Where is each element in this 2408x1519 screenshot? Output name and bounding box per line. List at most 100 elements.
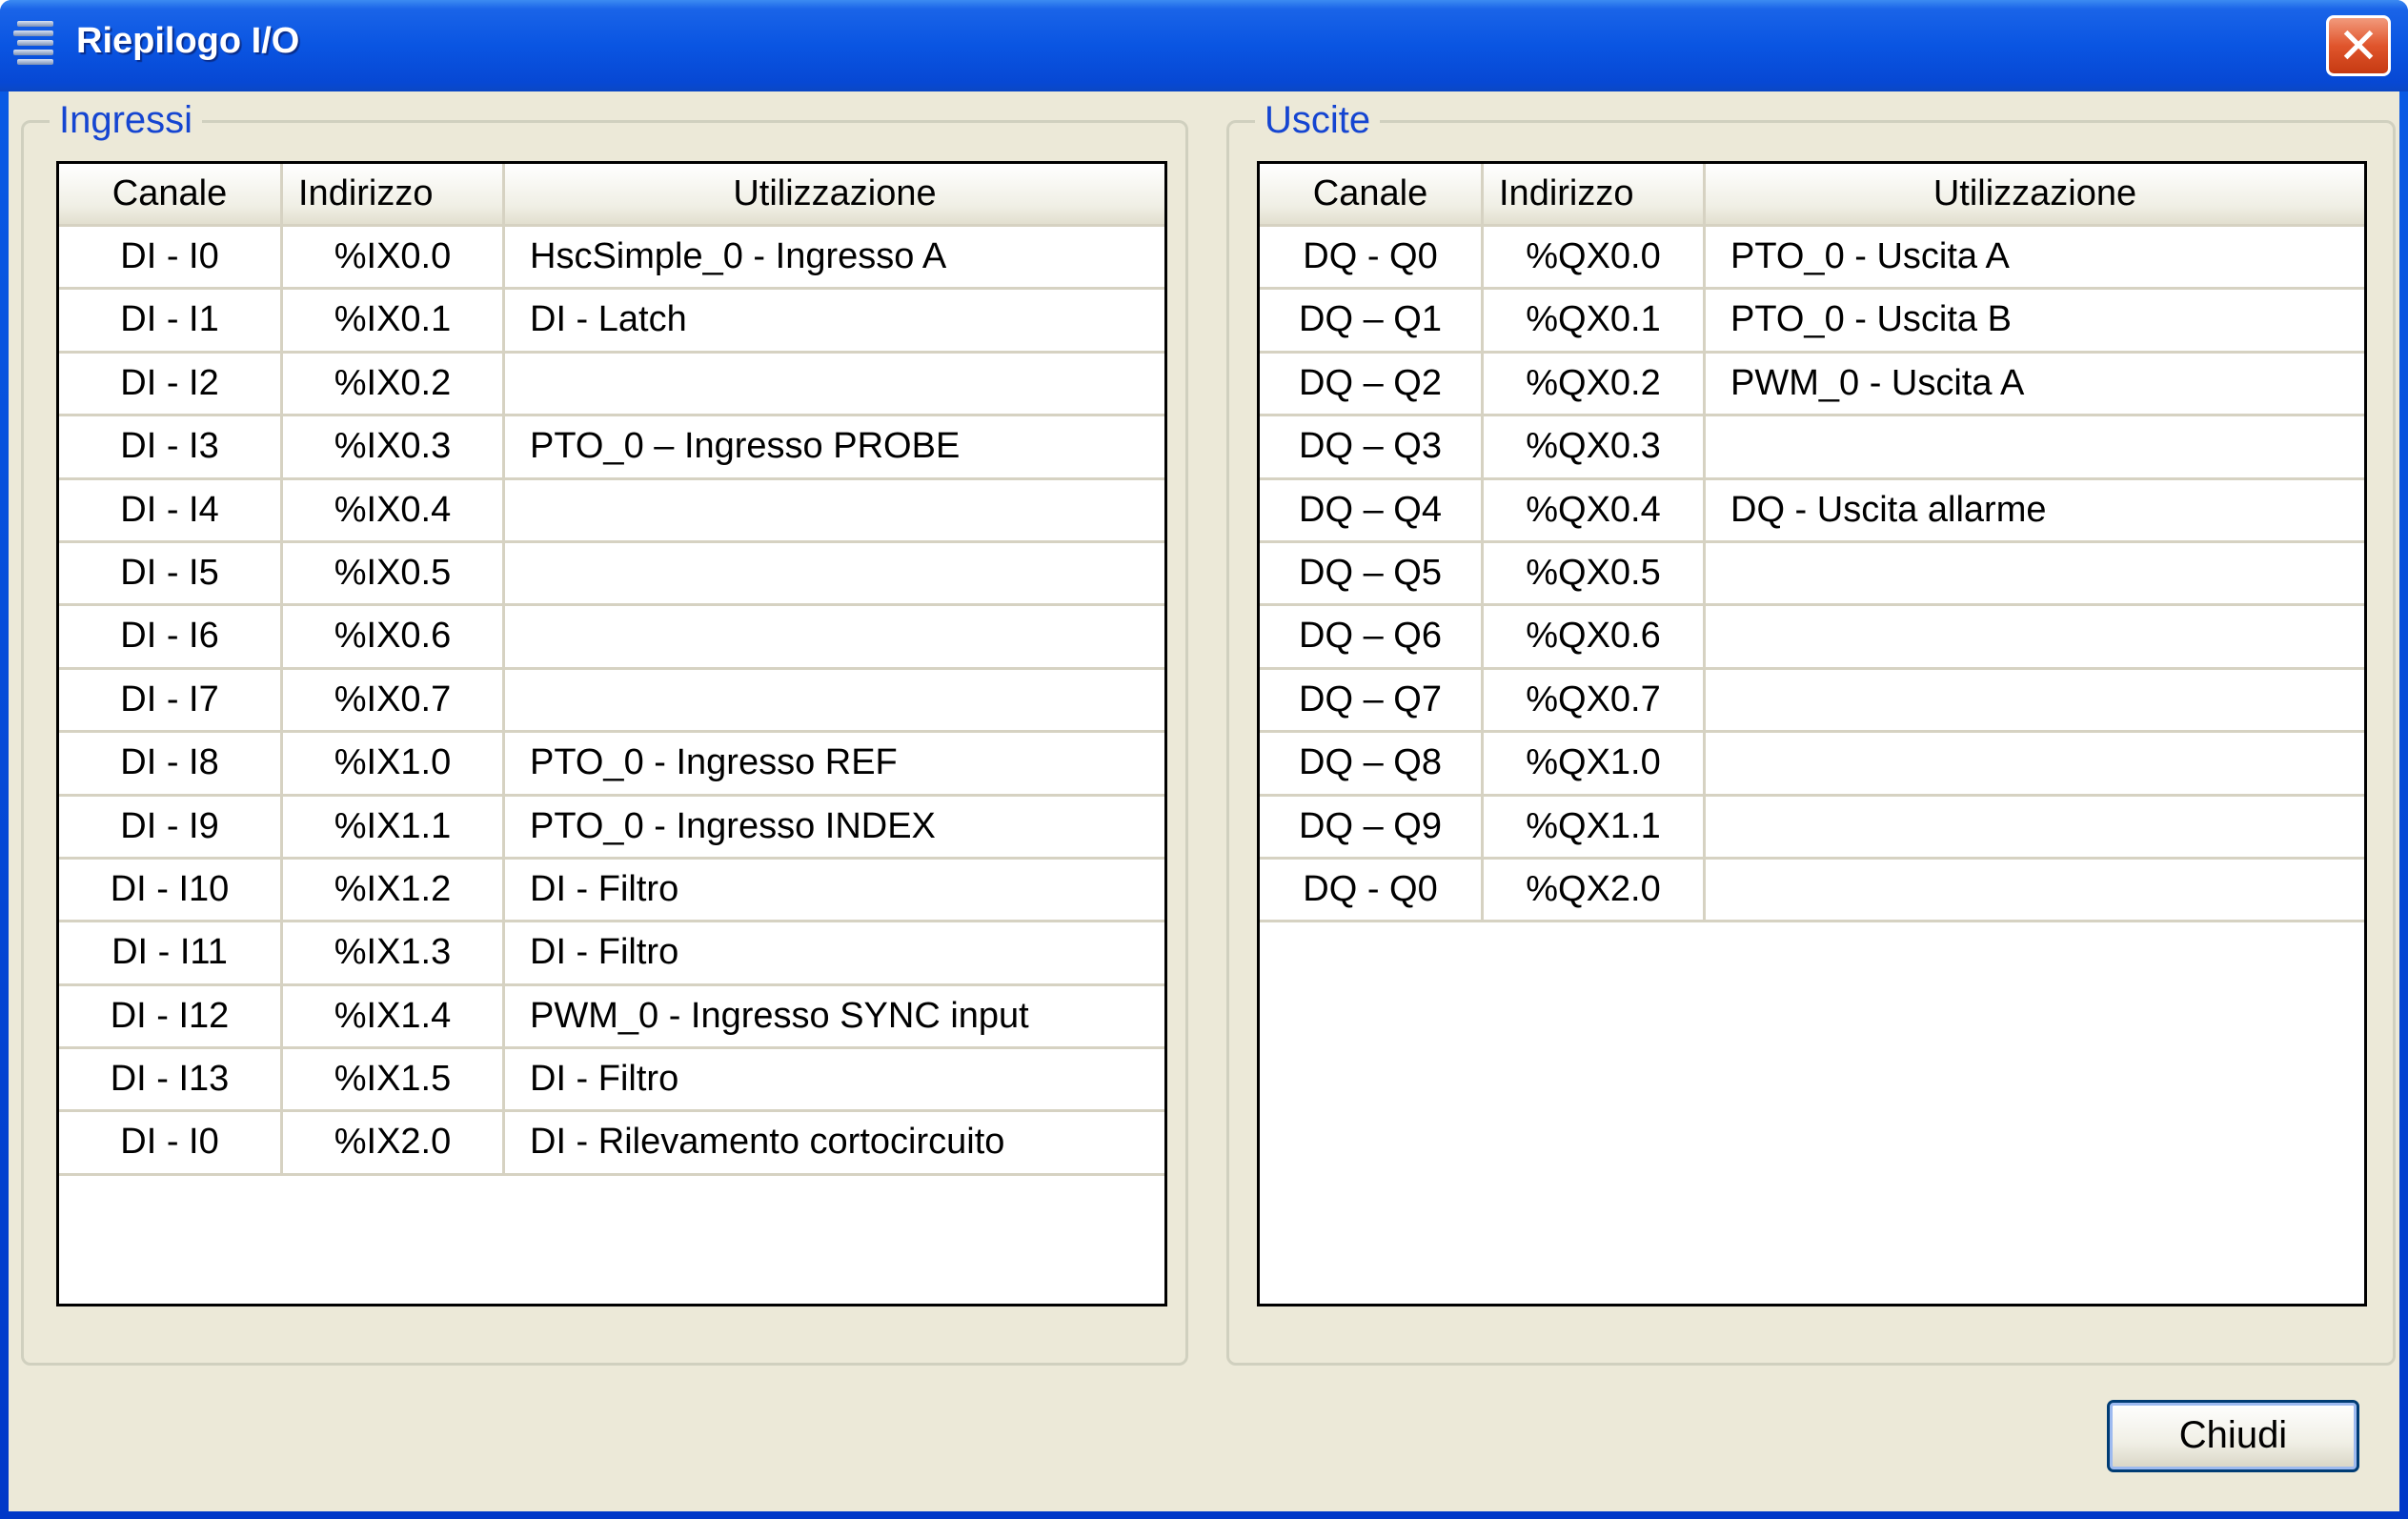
cell-canale: DI - I4 bbox=[59, 479, 283, 540]
table-row[interactable]: DQ – Q3 %QX0.3 bbox=[1260, 416, 2364, 480]
inputs-table[interactable]: Canale Indirizzo Utilizzazione DI - I0 %I… bbox=[56, 161, 1167, 1306]
cell-indirizzo: %IX0.1 bbox=[283, 290, 505, 351]
cell-indirizzo: %QX2.0 bbox=[1484, 859, 1706, 921]
cell-utilizzazione: PTO_0 - Ingresso REF bbox=[530, 742, 898, 783]
cell-utilizzazione: DI - Latch bbox=[530, 299, 687, 340]
table-row[interactable]: DI - I12 %IX1.4 PWM_0 - Ingresso SYNC inpu… bbox=[59, 985, 1164, 1050]
inputs-group: Ingressi Canale Indirizzo Utilizzazione … bbox=[21, 96, 1188, 1366]
inputs-legend: Ingressi bbox=[50, 96, 203, 144]
cell-utilizzazione: PTO_0 - Uscita A bbox=[1730, 236, 2010, 276]
window: Riepilogo I/O ✕ Ingressi Canale Indirizz… bbox=[0, 0, 2408, 1519]
column-header-indirizzo[interactable]: Indirizzo bbox=[1484, 164, 1706, 224]
table-row[interactable]: DQ - Q0 %QX2.0 bbox=[1260, 859, 2364, 923]
cell-indirizzo: %IX1.1 bbox=[283, 796, 505, 857]
table-row[interactable]: DQ – Q5 %QX0.5 bbox=[1260, 542, 2364, 607]
table-row[interactable]: DI - I8 %IX1.0 PTO_0 - Ingresso REF bbox=[59, 733, 1164, 797]
table-row[interactable]: DQ – Q8 %QX1.0 bbox=[1260, 733, 2364, 797]
cell-canale: DQ – Q6 bbox=[1260, 606, 1484, 667]
window-title: Riepilogo I/O bbox=[76, 21, 300, 61]
cell-utilizzazione: DI - Filtro bbox=[530, 1059, 679, 1100]
outputs-group: Uscite Canale Indirizzo Utilizzazione DQ… bbox=[1226, 96, 2396, 1366]
table-row[interactable]: DI - I0 %IX2.0 DI - Rilevamento cortocircu… bbox=[59, 1112, 1164, 1176]
cell-utilizzazione bbox=[1706, 733, 2364, 793]
list-icon bbox=[13, 21, 53, 72]
cell-canale: DI - I1 bbox=[59, 290, 283, 351]
cell-canale: DQ – Q4 bbox=[1260, 479, 1484, 540]
cell-indirizzo: %IX2.0 bbox=[283, 1112, 505, 1173]
cell-utilizzazione bbox=[1706, 543, 2364, 603]
cell-utilizzazione: PWM_0 - Ingresso SYNC input bbox=[530, 995, 1029, 1036]
column-header-indirizzo[interactable]: Indirizzo bbox=[283, 164, 505, 224]
inputs-rows: DI - I0 %IX0.0 HscSimple_0 - Ingresso A DI … bbox=[59, 227, 1164, 1176]
outputs-table-header: Canale Indirizzo Utilizzazione bbox=[1260, 164, 2364, 227]
cell-utilizzazione bbox=[1706, 416, 2364, 476]
cell-canale: DI - I3 bbox=[59, 416, 283, 477]
cell-utilizzazione: PWM_0 - Uscita A bbox=[1730, 362, 2025, 403]
cell-utilizzazione: DI - Filtro bbox=[530, 868, 679, 909]
cell-utilizzazione: PTO_0 - Ingresso INDEX bbox=[530, 805, 936, 846]
cell-indirizzo: %IX1.3 bbox=[283, 922, 505, 983]
cell-indirizzo: %QX1.0 bbox=[1484, 733, 1706, 794]
cell-utilizzazione bbox=[505, 354, 1164, 414]
close-button[interactable]: Chiudi bbox=[2107, 1400, 2359, 1472]
table-row[interactable]: DI - I3 %IX0.3 PTO_0 – Ingresso PROBE bbox=[59, 416, 1164, 480]
table-row[interactable]: DI - I10 %IX1.2 DI - Filtro bbox=[59, 859, 1164, 923]
cell-canale: DI - I7 bbox=[59, 669, 283, 731]
table-row[interactable]: DI - I4 %IX0.4 bbox=[59, 479, 1164, 543]
cell-utilizzazione: DI - Filtro bbox=[530, 932, 679, 973]
table-row[interactable]: DQ – Q9 %QX1.1 bbox=[1260, 796, 2364, 860]
table-row[interactable]: DQ – Q1 %QX0.1 PTO_0 - Uscita B bbox=[1260, 290, 2364, 354]
cell-indirizzo: %IX0.6 bbox=[283, 606, 505, 667]
table-row[interactable]: DI - I1 %IX0.1 DI - Latch bbox=[59, 290, 1164, 354]
table-row[interactable]: DQ - Q0 %QX0.0 PTO_0 - Uscita A bbox=[1260, 227, 2364, 291]
cell-indirizzo: %IX0.3 bbox=[283, 416, 505, 477]
cell-canale: DQ – Q8 bbox=[1260, 733, 1484, 794]
table-row[interactable]: DI - I0 %IX0.0 HscSimple_0 - Ingresso A bbox=[59, 227, 1164, 291]
cell-utilizzazione bbox=[505, 606, 1164, 666]
table-row[interactable]: DQ – Q6 %QX0.6 bbox=[1260, 606, 2364, 670]
table-row[interactable]: DI - I6 %IX0.6 bbox=[59, 606, 1164, 670]
outputs-rows: DQ - Q0 %QX0.0 PTO_0 - Uscita A DQ – Q1 %QX0… bbox=[1260, 227, 2364, 923]
table-row[interactable]: DI - I7 %IX0.7 bbox=[59, 669, 1164, 734]
cell-canale: DI - I9 bbox=[59, 796, 283, 857]
cell-indirizzo: %IX0.5 bbox=[283, 542, 505, 604]
cell-utilizzazione: HscSimple_0 - Ingresso A bbox=[530, 236, 947, 276]
title-bar[interactable]: Riepilogo I/O ✕ bbox=[0, 0, 2408, 91]
close-window-button[interactable]: ✕ bbox=[2326, 15, 2391, 76]
table-row[interactable]: DI - I9 %IX1.1 PTO_0 - Ingresso INDEX bbox=[59, 796, 1164, 860]
cell-utilizzazione bbox=[1706, 606, 2364, 666]
cell-canale: DI - I8 bbox=[59, 733, 283, 794]
table-row[interactable]: DI - I13 %IX1.5 DI - Filtro bbox=[59, 1049, 1164, 1113]
cell-indirizzo: %QX0.4 bbox=[1484, 479, 1706, 540]
cell-utilizzazione: DI - Rilevamento cortocircuito bbox=[530, 1122, 1005, 1163]
table-row[interactable]: DI - I5 %IX0.5 bbox=[59, 542, 1164, 607]
cell-indirizzo: %IX0.2 bbox=[283, 353, 505, 415]
outputs-table[interactable]: Canale Indirizzo Utilizzazione DQ - Q0 %Q… bbox=[1257, 161, 2367, 1306]
cell-canale: DQ - Q0 bbox=[1260, 859, 1484, 921]
cell-canale: DQ – Q5 bbox=[1260, 542, 1484, 604]
cell-canale: DI - I5 bbox=[59, 542, 283, 604]
cell-indirizzo: %IX1.4 bbox=[283, 985, 505, 1047]
cell-indirizzo: %QX0.0 bbox=[1484, 227, 1706, 288]
table-row[interactable]: DI - I2 %IX0.2 bbox=[59, 353, 1164, 417]
cell-utilizzazione bbox=[1706, 670, 2364, 730]
table-row[interactable]: DQ – Q2 %QX0.2 PWM_0 - Uscita A bbox=[1260, 353, 2364, 417]
cell-utilizzazione: PTO_0 - Uscita B bbox=[1730, 299, 2012, 340]
table-row[interactable]: DQ – Q4 %QX0.4 DQ - Uscita allarme bbox=[1260, 479, 2364, 543]
outputs-legend: Uscite bbox=[1255, 96, 1381, 144]
cell-canale: DQ – Q1 bbox=[1260, 290, 1484, 351]
close-icon: ✕ bbox=[2337, 18, 2379, 75]
column-header-canale[interactable]: Canale bbox=[1260, 164, 1484, 224]
cell-canale: DI - I0 bbox=[59, 1112, 283, 1173]
cell-utilizzazione bbox=[1706, 797, 2364, 857]
column-header-utilizzazione[interactable]: Utilizzazione bbox=[505, 164, 1164, 224]
cell-indirizzo: %QX0.5 bbox=[1484, 542, 1706, 604]
cell-canale: DI - I12 bbox=[59, 985, 283, 1047]
column-header-utilizzazione[interactable]: Utilizzazione bbox=[1706, 164, 2364, 224]
table-row[interactable]: DI - I11 %IX1.3 DI - Filtro bbox=[59, 922, 1164, 986]
column-header-canale[interactable]: Canale bbox=[59, 164, 283, 224]
cell-canale: DI - I2 bbox=[59, 353, 283, 415]
table-row[interactable]: DQ – Q7 %QX0.7 bbox=[1260, 669, 2364, 734]
cell-canale: DI - I13 bbox=[59, 1049, 283, 1110]
cell-indirizzo: %QX0.2 bbox=[1484, 353, 1706, 415]
